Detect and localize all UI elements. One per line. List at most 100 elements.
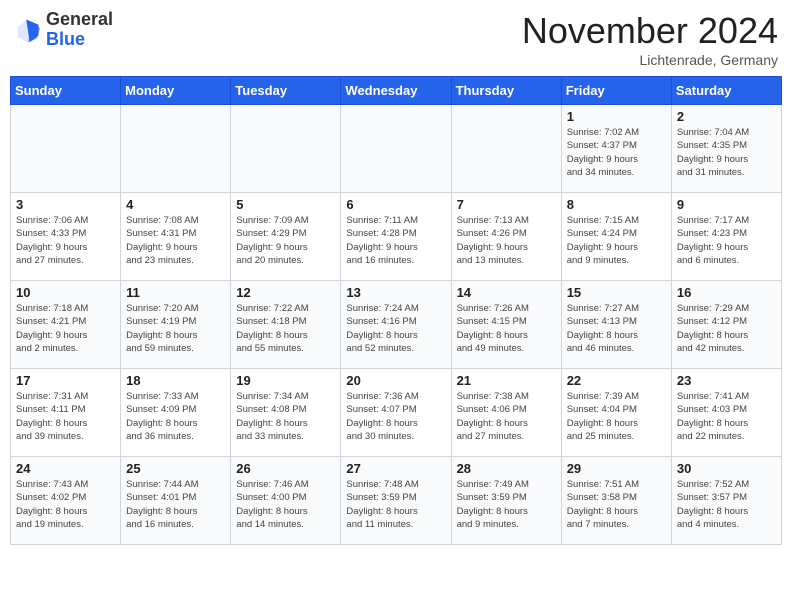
- weekday-header-tuesday: Tuesday: [231, 77, 341, 105]
- day-number: 14: [457, 285, 556, 300]
- calendar-cell: 10Sunrise: 7:18 AM Sunset: 4:21 PM Dayli…: [11, 281, 121, 369]
- calendar-cell: 27 Sunrise: 7:48 AM Sunset: 3:59 PM Dayli…: [341, 457, 451, 545]
- calendar-cell: 30 Sunrise: 7:52 AM Sunset: 3:57 PM Dayli…: [671, 457, 781, 545]
- day-info: Sunrise: 7:18 AM Sunset: 4:21 PM Dayligh…: [16, 302, 115, 355]
- weekday-header-row: SundayMondayTuesdayWednesdayThursdayFrid…: [11, 77, 782, 105]
- day-number: 4: [126, 197, 225, 212]
- calendar-cell: 8Sunrise: 7:15 AM Sunset: 4:24 PM Daylig…: [561, 193, 671, 281]
- day-info: Sunrise: 7:17 AM Sunset: 4:23 PM Dayligh…: [677, 214, 776, 267]
- month-title: November 2024: [522, 10, 778, 52]
- calendar-cell: 21 Sunrise: 7:38 AM Sunset: 4:06 PM Dayli…: [451, 369, 561, 457]
- day-info: Sunrise: 7:33 AM Sunset: 4:09 PM Dayligh…: [126, 390, 225, 443]
- day-info: Sunrise: 7:11 AM Sunset: 4:28 PM Dayligh…: [346, 214, 445, 267]
- weekday-header-sunday: Sunday: [11, 77, 121, 105]
- day-number: 16: [677, 285, 776, 300]
- logo-blue-text: Blue: [46, 29, 85, 49]
- day-info: Sunrise: 7:09 AM Sunset: 4:29 PM Dayligh…: [236, 214, 335, 267]
- calendar-cell: [11, 105, 121, 193]
- calendar-cell: 18Sunrise: 7:33 AM Sunset: 4:09 PM Dayli…: [121, 369, 231, 457]
- day-number: 30: [677, 461, 776, 476]
- calendar-cell: 4 Sunrise: 7:08 AM Sunset: 4:31 PM Daylig…: [121, 193, 231, 281]
- calendar-cell: 3 Sunrise: 7:06 AM Sunset: 4:33 PM Daylig…: [11, 193, 121, 281]
- day-info: Sunrise: 7:38 AM Sunset: 4:06 PM Dayligh…: [457, 390, 556, 443]
- calendar-cell: 26 Sunrise: 7:46 AM Sunset: 4:00 PM Dayli…: [231, 457, 341, 545]
- day-number: 24: [16, 461, 115, 476]
- calendar-cell: 19 Sunrise: 7:34 AM Sunset: 4:08 PM Dayli…: [231, 369, 341, 457]
- day-info: Sunrise: 7:39 AM Sunset: 4:04 PM Dayligh…: [567, 390, 666, 443]
- calendar-cell: 15 Sunrise: 7:27 AM Sunset: 4:13 PM Dayli…: [561, 281, 671, 369]
- calendar-cell: 7 Sunrise: 7:13 AM Sunset: 4:26 PM Daylig…: [451, 193, 561, 281]
- calendar-table: SundayMondayTuesdayWednesdayThursdayFrid…: [10, 76, 782, 545]
- day-info: Sunrise: 7:44 AM Sunset: 4:01 PM Dayligh…: [126, 478, 225, 531]
- calendar-cell: 22 Sunrise: 7:39 AM Sunset: 4:04 PM Dayli…: [561, 369, 671, 457]
- day-number: 21: [457, 373, 556, 388]
- weekday-header-wednesday: Wednesday: [341, 77, 451, 105]
- day-number: 26: [236, 461, 335, 476]
- calendar-cell: 14Sunrise: 7:26 AM Sunset: 4:15 PM Dayli…: [451, 281, 561, 369]
- day-info: Sunrise: 7:36 AM Sunset: 4:07 PM Dayligh…: [346, 390, 445, 443]
- day-number: 25: [126, 461, 225, 476]
- calendar-week-5: 24 Sunrise: 7:43 AM Sunset: 4:02 PM Dayli…: [11, 457, 782, 545]
- day-info: Sunrise: 7:06 AM Sunset: 4:33 PM Dayligh…: [16, 214, 115, 267]
- day-info: Sunrise: 7:41 AM Sunset: 4:03 PM Dayligh…: [677, 390, 776, 443]
- day-number: 2: [677, 109, 776, 124]
- day-info: Sunrise: 7:27 AM Sunset: 4:13 PM Dayligh…: [567, 302, 666, 355]
- day-info: Sunrise: 7:22 AM Sunset: 4:18 PM Dayligh…: [236, 302, 335, 355]
- day-number: 6: [346, 197, 445, 212]
- day-info: Sunrise: 7:48 AM Sunset: 3:59 PM Dayligh…: [346, 478, 445, 531]
- day-number: 9: [677, 197, 776, 212]
- day-info: Sunrise: 7:52 AM Sunset: 3:57 PM Dayligh…: [677, 478, 776, 531]
- day-number: 15: [567, 285, 666, 300]
- calendar-cell: 24 Sunrise: 7:43 AM Sunset: 4:02 PM Dayli…: [11, 457, 121, 545]
- location-text: Lichtenrade, Germany: [522, 52, 778, 68]
- day-info: Sunrise: 7:29 AM Sunset: 4:12 PM Dayligh…: [677, 302, 776, 355]
- day-info: Sunrise: 7:43 AM Sunset: 4:02 PM Dayligh…: [16, 478, 115, 531]
- day-info: Sunrise: 7:02 AM Sunset: 4:37 PM Dayligh…: [567, 126, 666, 179]
- day-number: 13: [346, 285, 445, 300]
- calendar-cell: [451, 105, 561, 193]
- day-info: Sunrise: 7:34 AM Sunset: 4:08 PM Dayligh…: [236, 390, 335, 443]
- calendar-cell: 9 Sunrise: 7:17 AM Sunset: 4:23 PM Daylig…: [671, 193, 781, 281]
- calendar-cell: 29Sunrise: 7:51 AM Sunset: 3:58 PM Dayli…: [561, 457, 671, 545]
- weekday-header-friday: Friday: [561, 77, 671, 105]
- title-block: November 2024 Lichtenrade, Germany: [522, 10, 778, 68]
- day-number: 7: [457, 197, 556, 212]
- calendar-week-4: 17 Sunrise: 7:31 AM Sunset: 4:11 PM Dayli…: [11, 369, 782, 457]
- calendar-week-3: 10Sunrise: 7:18 AM Sunset: 4:21 PM Dayli…: [11, 281, 782, 369]
- day-info: Sunrise: 7:08 AM Sunset: 4:31 PM Dayligh…: [126, 214, 225, 267]
- day-info: Sunrise: 7:46 AM Sunset: 4:00 PM Dayligh…: [236, 478, 335, 531]
- day-number: 28: [457, 461, 556, 476]
- day-info: Sunrise: 7:13 AM Sunset: 4:26 PM Dayligh…: [457, 214, 556, 267]
- day-number: 17: [16, 373, 115, 388]
- calendar-cell: 2 Sunrise: 7:04 AM Sunset: 4:35 PM Daylig…: [671, 105, 781, 193]
- day-number: 19: [236, 373, 335, 388]
- day-number: 3: [16, 197, 115, 212]
- day-info: Sunrise: 7:51 AM Sunset: 3:58 PM Dayligh…: [567, 478, 666, 531]
- day-number: 5: [236, 197, 335, 212]
- day-number: 1: [567, 109, 666, 124]
- day-number: 20: [346, 373, 445, 388]
- day-info: Sunrise: 7:31 AM Sunset: 4:11 PM Dayligh…: [16, 390, 115, 443]
- day-info: Sunrise: 7:24 AM Sunset: 4:16 PM Dayligh…: [346, 302, 445, 355]
- page-header: General Blue November 2024 Lichtenrade, …: [10, 10, 782, 68]
- day-number: 23: [677, 373, 776, 388]
- calendar-cell: 1 Sunrise: 7:02 AM Sunset: 4:37 PM Daylig…: [561, 105, 671, 193]
- weekday-header-saturday: Saturday: [671, 77, 781, 105]
- calendar-week-2: 3 Sunrise: 7:06 AM Sunset: 4:33 PM Daylig…: [11, 193, 782, 281]
- calendar-cell: [121, 105, 231, 193]
- calendar-week-1: 1 Sunrise: 7:02 AM Sunset: 4:37 PM Daylig…: [11, 105, 782, 193]
- day-number: 27: [346, 461, 445, 476]
- calendar-cell: 25 Sunrise: 7:44 AM Sunset: 4:01 PM Dayli…: [121, 457, 231, 545]
- weekday-header-monday: Monday: [121, 77, 231, 105]
- day-number: 11: [126, 285, 225, 300]
- day-info: Sunrise: 7:04 AM Sunset: 4:35 PM Dayligh…: [677, 126, 776, 179]
- day-number: 22: [567, 373, 666, 388]
- day-info: Sunrise: 7:20 AM Sunset: 4:19 PM Dayligh…: [126, 302, 225, 355]
- logo-icon: [14, 16, 42, 44]
- logo-general-text: General: [46, 9, 113, 29]
- calendar-cell: [341, 105, 451, 193]
- calendar-cell: 6 Sunrise: 7:11 AM Sunset: 4:28 PM Daylig…: [341, 193, 451, 281]
- calendar-cell: 5 Sunrise: 7:09 AM Sunset: 4:29 PM Daylig…: [231, 193, 341, 281]
- calendar-cell: 23 Sunrise: 7:41 AM Sunset: 4:03 PM Dayli…: [671, 369, 781, 457]
- calendar-cell: 12Sunrise: 7:22 AM Sunset: 4:18 PM Dayli…: [231, 281, 341, 369]
